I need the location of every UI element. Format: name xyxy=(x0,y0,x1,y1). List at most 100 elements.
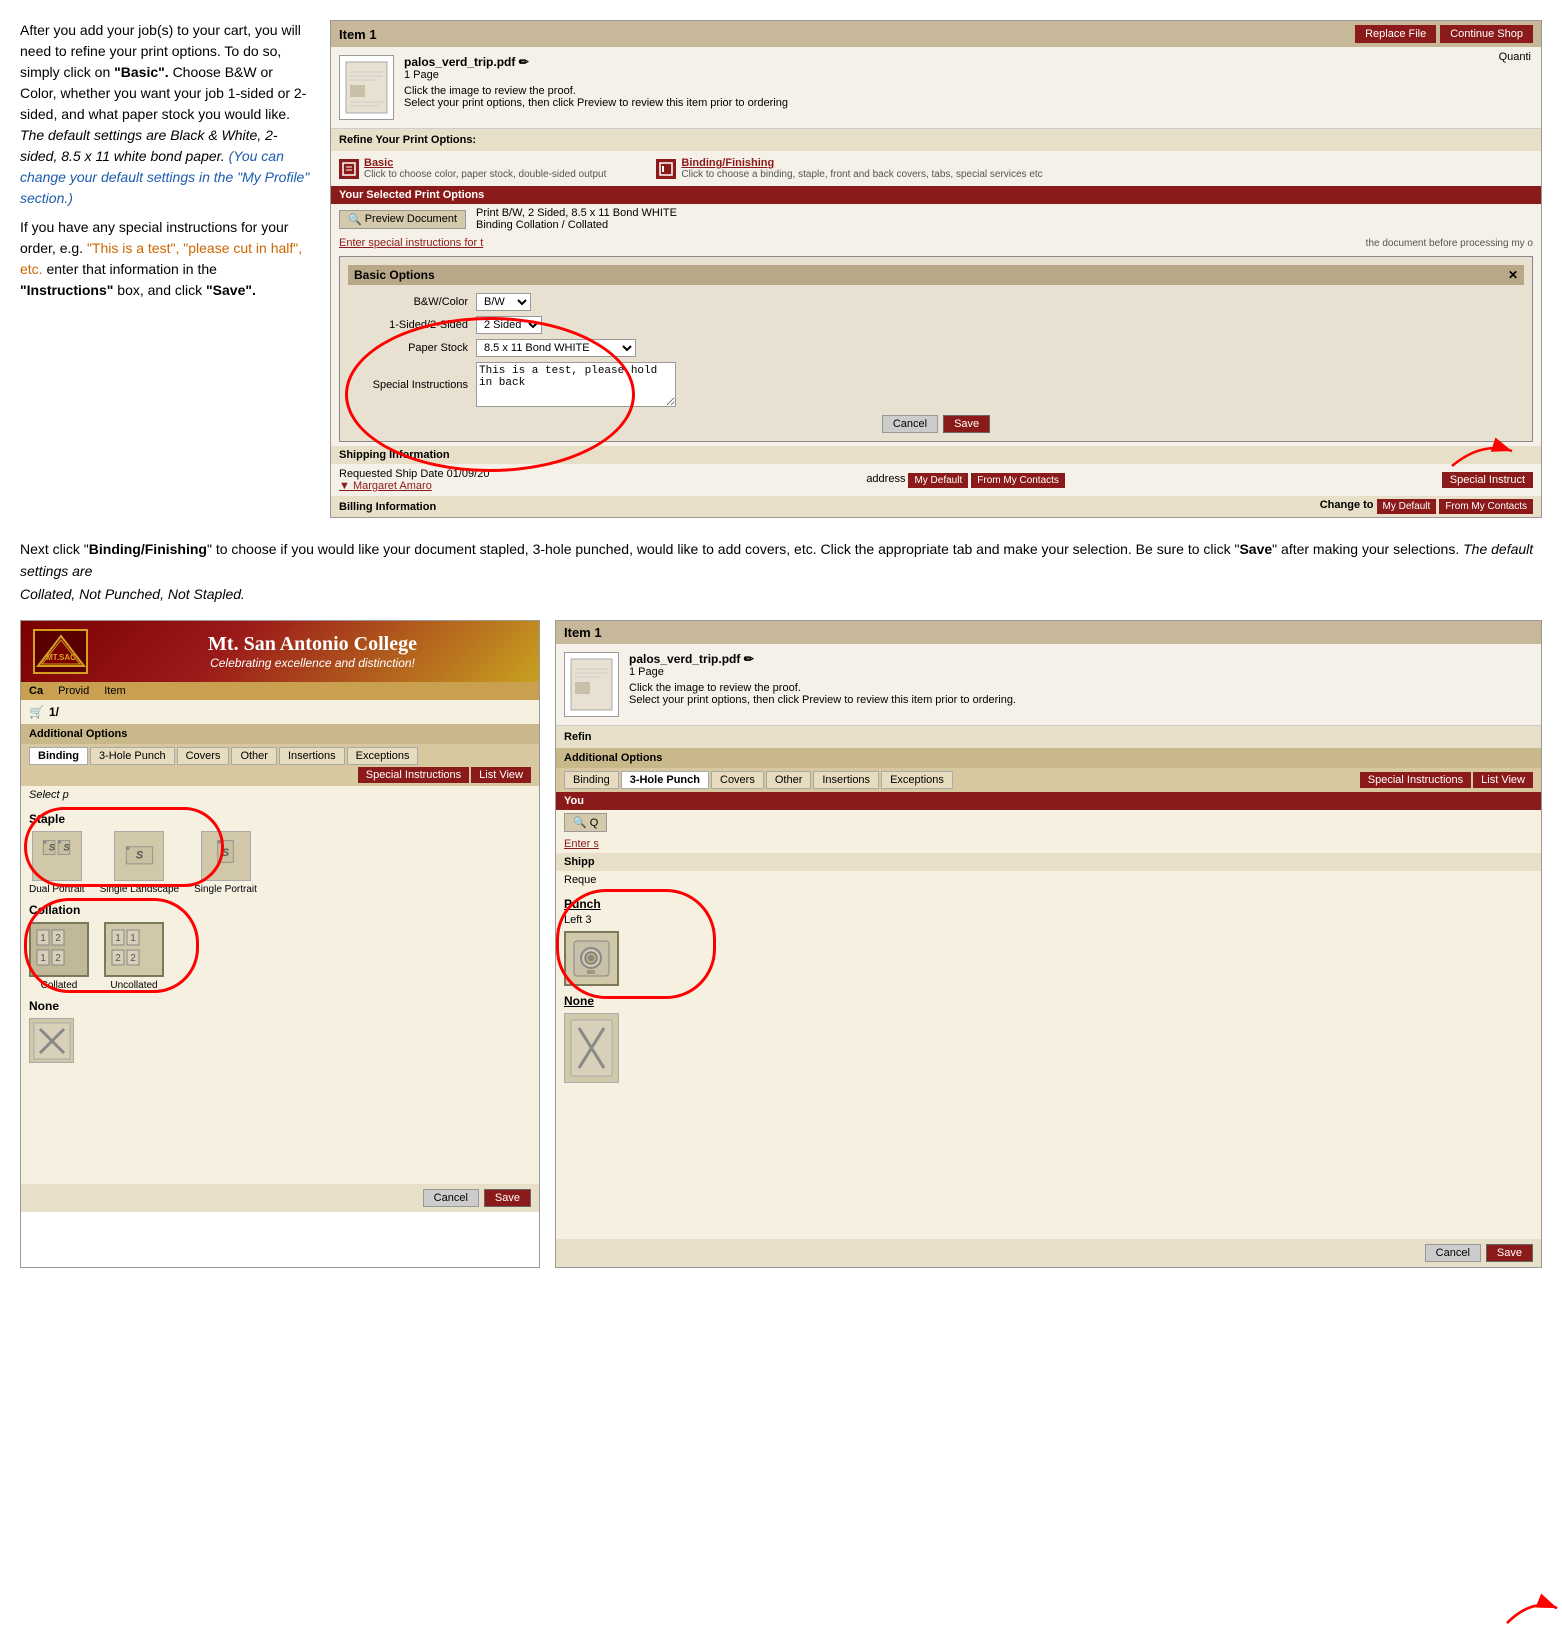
svg-text:1: 1 xyxy=(115,933,121,944)
bw-select[interactable]: B/W Color xyxy=(476,293,531,311)
file-instr2: Select your print options, then click Pr… xyxy=(404,97,788,109)
single-landscape-label: Single Landscape xyxy=(100,884,180,895)
after-select-text: " after making your selections. xyxy=(1272,541,1459,557)
paper-label: Paper Stock xyxy=(348,342,468,354)
right-tab-exceptions[interactable]: Exceptions xyxy=(881,771,953,789)
right-refine-bar: Refin xyxy=(556,725,1541,748)
binding-desc: Click to choose a binding, staple, front… xyxy=(681,169,1042,180)
item-label: Item 1 xyxy=(339,27,377,42)
instructions-bold: "Instructions" xyxy=(20,282,113,298)
billing-from-contacts-button[interactable]: From My Contacts xyxy=(1439,499,1533,514)
staple-dual-portrait[interactable]: S S Dual Portrait xyxy=(29,831,85,895)
file-instr1: Click the image to review the proof. xyxy=(404,85,788,97)
sided-select[interactable]: 2 Sided 1 Sided xyxy=(476,316,542,334)
basic-title[interactable]: Basic xyxy=(364,157,606,169)
right-tab-3hole[interactable]: 3-Hole Punch xyxy=(621,771,709,789)
collation-uncollated[interactable]: 1 1 2 2 Uncollated xyxy=(104,922,164,991)
modal-save-button[interactable]: Save xyxy=(943,415,990,433)
ship-details: Requested Ship Date 01/09/20 ▼ Margaret … xyxy=(339,468,489,492)
cart-area: 🛒 1/ xyxy=(21,700,539,724)
bw-label: B&W/Color xyxy=(348,296,468,308)
print-value: Print B/W, 2 Sided, 8.5 x 11 Bond WHITE … xyxy=(476,207,677,231)
enter-special-link[interactable]: Enter special instructions for t xyxy=(339,237,483,249)
svg-text:MT.SAC: MT.SAC xyxy=(46,653,76,662)
right-preview-button[interactable]: 🔍 Q xyxy=(564,813,607,832)
modal-buttons: Cancel Save xyxy=(348,415,1524,433)
from-contacts-button[interactable]: From My Contacts xyxy=(971,473,1065,488)
binding-icon xyxy=(656,159,676,179)
paper-select[interactable]: 8.5 x 11 Bond WHITE xyxy=(476,339,636,357)
special-instructions-tab[interactable]: Special Instructions xyxy=(358,767,469,783)
add-opts-label: Additional Options xyxy=(21,724,539,744)
binding-option[interactable]: Binding/Finishing Click to choose a bind… xyxy=(656,157,1042,180)
right-file-instr2: Select your print options, then click Pr… xyxy=(629,694,1016,706)
save-button-right[interactable]: Save xyxy=(1486,1244,1533,1262)
modal-close-button[interactable]: ✕ xyxy=(1508,268,1518,282)
margaret-name[interactable]: ▼ Margaret Amaro xyxy=(339,480,489,492)
cancel-button-right[interactable]: Cancel xyxy=(1425,1244,1481,1262)
staple-section: Staple S S D xyxy=(29,812,531,895)
continue-shop-button[interactable]: Continue Shop xyxy=(1440,25,1533,43)
punch-icon[interactable] xyxy=(564,931,619,986)
right-preview-row: 🔍 Q xyxy=(556,810,1541,835)
collation-collated[interactable]: 1 2 1 2 Collated xyxy=(29,922,89,991)
svg-text:2: 2 xyxy=(55,953,61,964)
file-thumbnail xyxy=(339,55,394,120)
collation-section: Collation 1 2 1 2 xyxy=(29,903,531,991)
right-special-instr-tab[interactable]: Special Instructions xyxy=(1360,772,1471,788)
tab-binding[interactable]: Binding xyxy=(29,747,88,765)
basic-desc: Click to choose color, paper stock, doub… xyxy=(364,169,606,180)
right-none-section: None xyxy=(564,994,1533,1083)
none-icon xyxy=(29,1018,74,1063)
tab-covers[interactable]: Covers xyxy=(177,747,230,765)
preview-button[interactable]: 🔍 Preview Document xyxy=(339,210,466,229)
basic-option[interactable]: Basic Click to choose color, paper stock… xyxy=(339,157,606,180)
college-tagline: Celebrating excellence and distinction! xyxy=(98,656,527,670)
modal-sided-row: 1-Sided/2-Sided 2 Sided 1 Sided xyxy=(348,316,1524,334)
tab-3hole[interactable]: 3-Hole Punch xyxy=(90,747,175,765)
nav-provid[interactable]: Provid xyxy=(58,685,89,697)
dual-portrait-label: Dual Portrait xyxy=(29,884,85,895)
edit-icon[interactable]: ✏ xyxy=(519,55,529,69)
right-tab-insertions[interactable]: Insertions xyxy=(813,771,879,789)
list-view-tab[interactable]: List View xyxy=(471,767,531,783)
right-req-row: Reque xyxy=(556,871,1541,889)
basic-icon xyxy=(339,159,359,179)
basic-options-modal: Basic Options ✕ B&W/Color B/W Color 1-Si… xyxy=(339,256,1533,442)
staple-single-portrait[interactable]: S Single Portrait xyxy=(194,831,257,895)
instructions-textarea[interactable]: This is a test, please hold in back xyxy=(476,362,676,407)
tab-other[interactable]: Other xyxy=(231,747,277,765)
special-instructions-button[interactable]: Special Instruct xyxy=(1442,472,1533,488)
right-item-header: Item 1 xyxy=(556,621,1541,644)
change-to-label: Change to xyxy=(1320,499,1374,514)
nav-ca[interactable]: Ca xyxy=(29,685,43,697)
modal-cancel-button[interactable]: Cancel xyxy=(882,415,938,433)
basic-bold: "Basic". xyxy=(114,64,169,80)
binding-title[interactable]: Binding/Finishing xyxy=(681,157,1042,169)
billing-my-default-button[interactable]: My Default xyxy=(1377,499,1437,514)
please-cut: "please cut in half", xyxy=(183,240,302,256)
save-button-left[interactable]: Save xyxy=(484,1189,531,1207)
billing-row: Billing Information Change to My Default… xyxy=(331,496,1541,517)
cart-icon: 🛒 xyxy=(29,705,44,719)
right-tab-covers[interactable]: Covers xyxy=(711,771,764,789)
tab-insertions[interactable]: Insertions xyxy=(279,747,345,765)
replace-file-button[interactable]: Replace File xyxy=(1355,25,1436,43)
bottom-section: MT.SAC Mt. San Antonio College Celebrati… xyxy=(20,620,1542,1268)
right-none-icon xyxy=(564,1013,619,1083)
tabs-row: Binding 3-Hole Punch Covers Other Insert… xyxy=(21,744,539,786)
svg-text:1: 1 xyxy=(130,933,136,944)
tab-exceptions[interactable]: Exceptions xyxy=(347,747,419,765)
cancel-button-left[interactable]: Cancel xyxy=(423,1189,479,1207)
right-edit-icon[interactable]: ✏ xyxy=(744,652,754,666)
right-list-view-tab[interactable]: List View xyxy=(1473,772,1533,788)
right-tab-other[interactable]: Other xyxy=(766,771,812,789)
file-details: palos_verd_trip.pdf ✏ 1 Page Click the i… xyxy=(404,55,788,109)
right-ship-row: Shipp xyxy=(556,853,1541,871)
address-buttons: address My Default From My Contacts xyxy=(866,473,1065,488)
my-default-button[interactable]: My Default xyxy=(908,473,968,488)
bottom-bar-left: Cancel Save xyxy=(21,1184,539,1212)
nav-item[interactable]: Item xyxy=(104,685,125,697)
right-tab-binding[interactable]: Binding xyxy=(564,771,619,789)
staple-single-landscape[interactable]: S Single Landscape xyxy=(100,831,180,895)
